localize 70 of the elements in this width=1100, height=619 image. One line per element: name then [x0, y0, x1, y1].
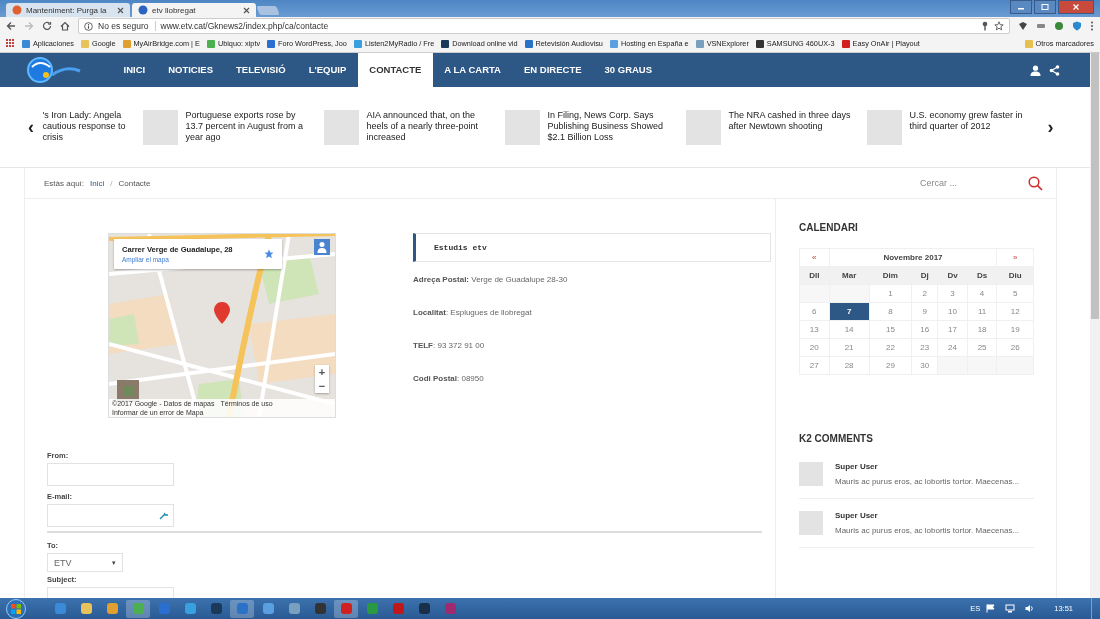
news-headline[interactable]: Portuguese exports rose by 13.7 percent in August from a year ago [185, 109, 311, 143]
zoom-out-button[interactable]: − [315, 379, 329, 393]
calendar-day[interactable]: 9 [911, 302, 938, 321]
security-label: No es seguro [98, 21, 156, 31]
contact-detail: Adreça Postal: Verge de Guadalupe 28-30 [413, 275, 569, 284]
next-button[interactable]: › [1047, 116, 1054, 138]
nav-link[interactable]: EN DIRECTE [512, 53, 594, 87]
news-headline[interactable]: The NRA cashed in three days after Newtown shooting [728, 109, 854, 132]
zoom-in-button[interactable]: + [315, 365, 329, 379]
calendar-day[interactable]: 16 [911, 320, 938, 339]
calendar-day[interactable]: 14 [829, 320, 870, 339]
calendar-day[interactable]: 12 [996, 302, 1034, 321]
calendar-day[interactable]: 23 [911, 338, 938, 357]
contact-detail: TELF: 93 372 91 00 [413, 341, 486, 350]
calendar-day[interactable]: 26 [996, 338, 1034, 357]
breadcrumb-item: Contacte [118, 178, 151, 188]
section-title: CALENDARI [799, 222, 859, 233]
calendar-day[interactable]: 2 [911, 284, 938, 303]
calendar-day[interactable]: 22 [869, 338, 912, 357]
breadcrumb-item[interactable]: Inici [90, 178, 105, 188]
news-headline[interactable]: 's Iron Lady: Angela cautious response to crisis [42, 109, 139, 143]
contact-heading: Estudis etv [413, 233, 771, 262]
nav-link[interactable]: TELEVISIÓ [224, 53, 298, 87]
calendar-day[interactable]: 1 [869, 284, 912, 303]
nav-link[interactable]: L'EQUIP [297, 53, 358, 87]
news-headline[interactable]: U.S. economy grew faster in third quarter of 2012 [909, 109, 1035, 132]
nav-link[interactable]: 30 GRAUS [593, 53, 664, 87]
calendar-day[interactable]: 27 [799, 356, 830, 375]
calendar-day[interactable]: 20 [799, 338, 830, 357]
calendar-day[interactable]: 4 [967, 284, 997, 303]
calendar-day[interactable]: 6 [799, 302, 830, 321]
comment-author[interactable]: Super User [835, 511, 1020, 520]
calendar-day[interactable]: 17 [937, 320, 968, 339]
breadcrumb-label: Estàs aquí: [44, 178, 85, 188]
calendar-day[interactable]: 18 [967, 320, 997, 339]
calendar-day[interactable]: 24 [937, 338, 968, 357]
calendar-day[interactable]: 19 [996, 320, 1034, 339]
calendar-day[interactable]: 5 [996, 284, 1034, 303]
calendar-day[interactable]: 15 [869, 320, 912, 339]
comment-text[interactable]: Mauris ac purus eros, ac lobortis tortor. Maecenas... [835, 477, 1020, 486]
url-text: www.etv.cat/Gknews2/index.php/ca/contacte [160, 21, 329, 31]
section-title: K2 COMMENTS [799, 433, 874, 444]
breadcrumb-separator: / [110, 178, 113, 188]
contact-detail: Localitat: Esplugues de llobregat [413, 308, 533, 317]
news-headline[interactable]: AIA announced that, on the heels of a nearly three-point increased [366, 109, 492, 143]
calendar-day[interactable]: 13 [799, 320, 830, 339]
calendar-day[interactable]: 29 [869, 356, 912, 375]
address-bar[interactable]: No es seguro www.etv.cat/Gknews2/index.php/ca/contacte [78, 18, 1010, 34]
calendar-day[interactable]: 8 [869, 302, 912, 321]
next-month-button[interactable]: » [996, 248, 1034, 267]
calendar-day[interactable]: 30 [911, 356, 938, 375]
nav-link[interactable]: A LA CARTA [432, 53, 513, 87]
calendar-day[interactable]: 3 [937, 284, 968, 303]
news-headline[interactable]: In Filing, News Corp. Says Publishing Business Showed $2.1 Billion Loss [547, 109, 673, 143]
month-title: Novembre 2017 [829, 248, 997, 267]
calendar-day[interactable]: 25 [967, 338, 997, 357]
previous-month-button[interactable]: « [799, 248, 830, 267]
nav-link[interactable]: INICI [112, 53, 157, 87]
comment-author[interactable]: Super User [835, 462, 1020, 471]
calendar-day[interactable]: 28 [829, 356, 870, 375]
calendar-day[interactable]: 11 [967, 302, 997, 321]
calendar-day[interactable]: 21 [829, 338, 870, 357]
browser-tab[interactable]: Manteniment: Purga la [6, 3, 130, 17]
browser-tab[interactable]: etv llobregat [132, 3, 256, 17]
previous-button[interactable]: ‹ [28, 116, 35, 138]
nav-link[interactable]: NOTICIES [156, 53, 225, 87]
contact-detail: Codi Postal: 08950 [413, 374, 485, 383]
comment-text[interactable]: Mauris ac purus eros, ac lobortis tortor. Maecenas... [835, 526, 1020, 535]
calendar-day[interactable]: 10 [937, 302, 968, 321]
nav-link[interactable]: CONTACTE [357, 53, 433, 87]
